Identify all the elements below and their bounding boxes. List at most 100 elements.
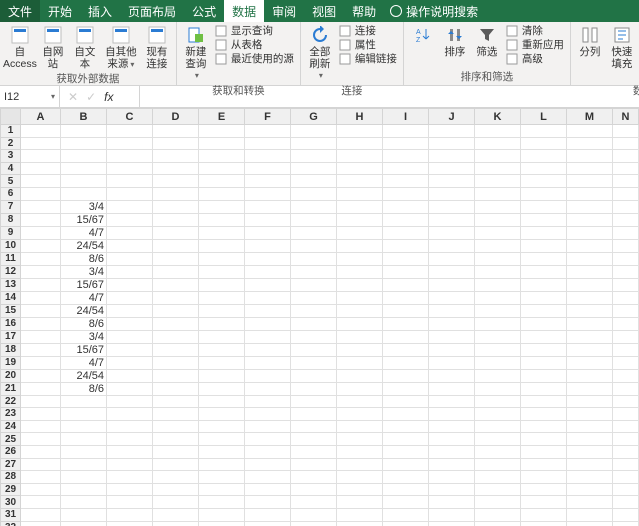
cell-M31[interactable] [567, 508, 613, 521]
row-header-3[interactable]: 3 [1, 150, 21, 163]
cell-K32[interactable] [475, 521, 521, 526]
cell-K7[interactable] [475, 200, 521, 213]
ribbon-button-new-query[interactable]: 新建查询▾ [181, 24, 211, 83]
cell-F26[interactable] [245, 445, 291, 458]
cell-M5[interactable] [567, 175, 613, 188]
cell-D5[interactable] [153, 175, 199, 188]
cell-G1[interactable] [291, 125, 337, 138]
cell-N31[interactable] [613, 508, 639, 521]
cell-C31[interactable] [107, 508, 153, 521]
cell-L21[interactable] [521, 382, 567, 395]
cell-C12[interactable] [107, 265, 153, 278]
cell-L8[interactable] [521, 213, 567, 226]
cell-L22[interactable] [521, 395, 567, 408]
cell-E15[interactable] [199, 304, 245, 317]
cell-N21[interactable] [613, 382, 639, 395]
cell-A25[interactable] [21, 433, 61, 446]
cell-H6[interactable] [337, 187, 383, 200]
row-header-14[interactable]: 14 [1, 291, 21, 304]
cell-B18[interactable]: 15/67 [61, 343, 107, 356]
cell-G21[interactable] [291, 382, 337, 395]
cell-L13[interactable] [521, 278, 567, 291]
cell-G19[interactable] [291, 356, 337, 369]
cell-H9[interactable] [337, 226, 383, 239]
cell-K31[interactable] [475, 508, 521, 521]
cell-H32[interactable] [337, 521, 383, 526]
cell-C22[interactable] [107, 395, 153, 408]
column-header-F[interactable]: F [245, 109, 291, 125]
cell-J22[interactable] [429, 395, 475, 408]
ribbon-mini-advanced[interactable]: 高级 [504, 52, 566, 66]
ribbon-mini-properties[interactable]: 属性 [337, 38, 399, 52]
ribbon-mini-show-queries[interactable]: 显示查询 [213, 24, 296, 38]
cell-B7[interactable]: 3/4 [61, 200, 107, 213]
cell-M14[interactable] [567, 291, 613, 304]
cell-G9[interactable] [291, 226, 337, 239]
cell-N1[interactable] [613, 125, 639, 138]
cell-B15[interactable]: 24/54 [61, 304, 107, 317]
cell-J12[interactable] [429, 265, 475, 278]
cell-B21[interactable]: 8/6 [61, 382, 107, 395]
cell-C19[interactable] [107, 356, 153, 369]
column-header-D[interactable]: D [153, 109, 199, 125]
cell-E5[interactable] [199, 175, 245, 188]
cell-M20[interactable] [567, 369, 613, 382]
ribbon-button-flash-fill[interactable]: 快速填充 [607, 24, 637, 71]
cell-G16[interactable] [291, 317, 337, 330]
column-header-H[interactable]: H [337, 109, 383, 125]
cell-L26[interactable] [521, 445, 567, 458]
cell-G2[interactable] [291, 137, 337, 150]
menu-tab-数据[interactable]: 数据 [224, 0, 264, 22]
cell-G20[interactable] [291, 369, 337, 382]
ribbon-button-sort-az[interactable]: AZ [408, 24, 438, 48]
cell-L24[interactable] [521, 420, 567, 433]
cell-K21[interactable] [475, 382, 521, 395]
cell-H5[interactable] [337, 175, 383, 188]
cell-E13[interactable] [199, 278, 245, 291]
cell-C10[interactable] [107, 239, 153, 252]
spreadsheet-grid[interactable]: ABCDEFGHIJKLMN12345673/4815/6794/71024/5… [0, 108, 639, 526]
cell-N8[interactable] [613, 213, 639, 226]
cell-M9[interactable] [567, 226, 613, 239]
cell-J10[interactable] [429, 239, 475, 252]
cell-H30[interactable] [337, 496, 383, 509]
cell-K12[interactable] [475, 265, 521, 278]
cell-H27[interactable] [337, 458, 383, 471]
cell-C11[interactable] [107, 252, 153, 265]
row-header-11[interactable]: 11 [1, 252, 21, 265]
cell-C3[interactable] [107, 150, 153, 163]
cell-E7[interactable] [199, 200, 245, 213]
ribbon-button-text-to-columns[interactable]: 分列 [575, 24, 605, 60]
cell-H4[interactable] [337, 162, 383, 175]
cell-I12[interactable] [383, 265, 429, 278]
cell-L30[interactable] [521, 496, 567, 509]
cell-J13[interactable] [429, 278, 475, 291]
cell-D30[interactable] [153, 496, 199, 509]
cell-E21[interactable] [199, 382, 245, 395]
cell-D20[interactable] [153, 369, 199, 382]
cell-F15[interactable] [245, 304, 291, 317]
row-header-15[interactable]: 15 [1, 304, 21, 317]
cell-L7[interactable] [521, 200, 567, 213]
cell-D24[interactable] [153, 420, 199, 433]
cell-E22[interactable] [199, 395, 245, 408]
column-header-G[interactable]: G [291, 109, 337, 125]
cell-C6[interactable] [107, 187, 153, 200]
cell-A21[interactable] [21, 382, 61, 395]
cell-I5[interactable] [383, 175, 429, 188]
cell-M27[interactable] [567, 458, 613, 471]
cell-N4[interactable] [613, 162, 639, 175]
cell-I9[interactable] [383, 226, 429, 239]
cell-G17[interactable] [291, 330, 337, 343]
cell-L2[interactable] [521, 137, 567, 150]
cell-B32[interactable] [61, 521, 107, 526]
cell-H23[interactable] [337, 408, 383, 421]
cell-D2[interactable] [153, 137, 199, 150]
cell-C9[interactable] [107, 226, 153, 239]
cell-J31[interactable] [429, 508, 475, 521]
cell-M12[interactable] [567, 265, 613, 278]
cell-A28[interactable] [21, 471, 61, 484]
cell-B20[interactable]: 24/54 [61, 369, 107, 382]
cell-G5[interactable] [291, 175, 337, 188]
cell-M3[interactable] [567, 150, 613, 163]
